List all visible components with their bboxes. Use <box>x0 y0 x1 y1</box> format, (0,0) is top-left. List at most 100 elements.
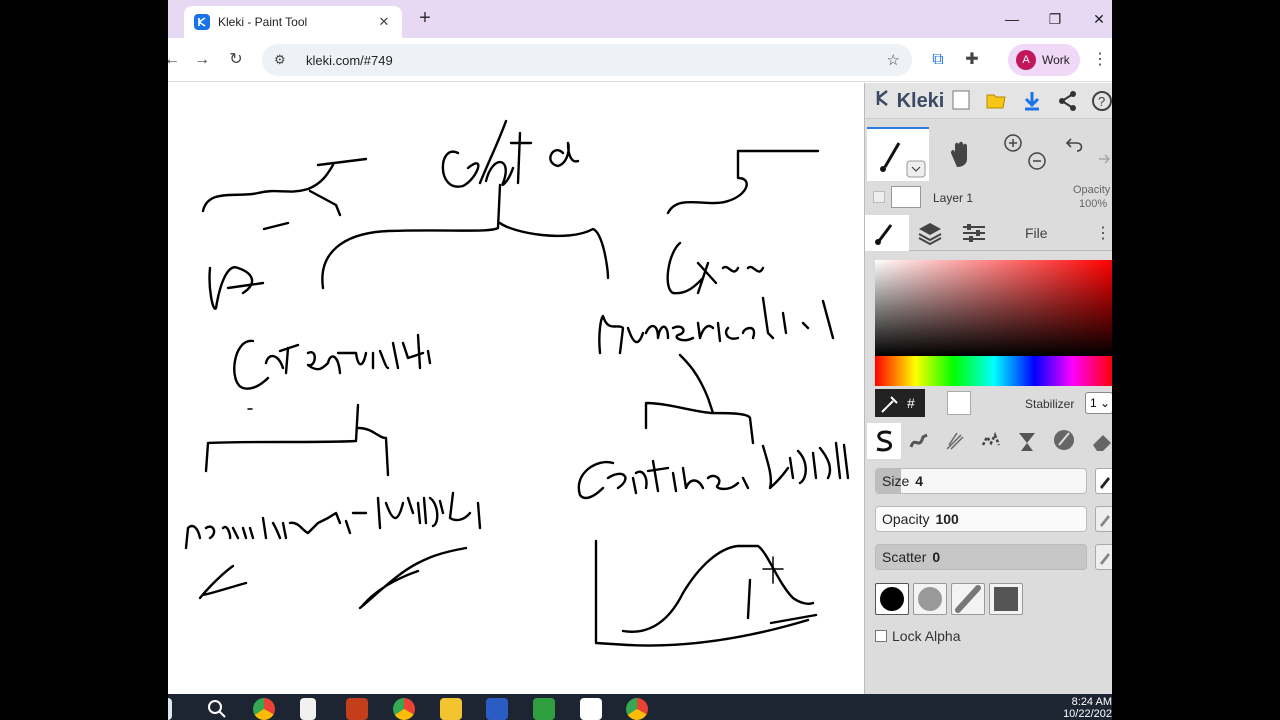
download-icon[interactable] <box>1021 90 1043 112</box>
drawing-canvas[interactable] <box>168 83 864 694</box>
lock-alpha-label: Lock Alpha <box>892 628 961 644</box>
chrome-taskbar-icon[interactable] <box>253 698 275 720</box>
layer-name: Layer 1 <box>933 191 974 205</box>
taskbar-clock[interactable]: 8:24 AM 10/22/202 <box>1063 696 1112 720</box>
avatar: A <box>1016 50 1036 70</box>
browser-menu-icon[interactable]: ⋮ <box>1090 50 1110 70</box>
hue-slider[interactable] <box>875 356 1112 386</box>
layer-row[interactable]: Layer 1 Opacity 100% <box>865 183 1112 213</box>
kleki-favicon-icon <box>194 14 210 30</box>
circle-soft-shape[interactable] <box>913 583 947 615</box>
opacity-label: Opacity <box>882 511 930 527</box>
help-icon[interactable]: ? <box>1091 90 1112 112</box>
layer-opacity-label: Opacity <box>1073 184 1111 196</box>
tab-layers[interactable] <box>917 221 943 250</box>
scatter-pen-pressure-icon[interactable] <box>1095 544 1112 570</box>
back-icon[interactable]: ← <box>168 50 182 70</box>
browser-tab-bar: Kleki - Paint Tool ✕ + — ❐ ✕ <box>168 0 1112 38</box>
kleki-sidebar: Kleki ? Layer 1 Opacity 100% File ⋮ # St… <box>864 83 1112 694</box>
opacity-value: 100 <box>935 511 959 527</box>
eraser-brush-icon[interactable] <box>1089 429 1112 458</box>
restore-window-icon[interactable]: ❐ <box>1040 8 1070 30</box>
bookmark-star-icon[interactable]: ☆ <box>887 51 900 69</box>
size-label: Size <box>882 473 910 489</box>
forward-icon[interactable]: → <box>192 50 212 70</box>
pen-brush-button[interactable] <box>867 423 901 459</box>
chrome-profile-taskbar-icon[interactable] <box>393 698 415 720</box>
redo-icon[interactable] <box>1091 151 1111 176</box>
tab-file[interactable]: File <box>1025 225 1048 241</box>
new-tab-button[interactable]: + <box>414 8 436 30</box>
layer-opacity-value: 100% <box>1079 198 1108 210</box>
lock-alpha-box[interactable] <box>875 630 887 642</box>
url-text: kleki.com/#749 <box>306 52 393 68</box>
camtasia-taskbar-icon[interactable] <box>533 698 555 720</box>
tool-row <box>865 127 1112 181</box>
brush-tool-button[interactable] <box>867 127 929 181</box>
powerpoint-taskbar-icon[interactable] <box>346 698 368 720</box>
file-taskbar-icon[interactable] <box>300 698 316 720</box>
eyedropper-button[interactable]: # <box>875 389 925 417</box>
zoom-in-icon[interactable] <box>1003 133 1023 158</box>
hex-input-icon[interactable]: # <box>907 395 915 411</box>
reload-icon[interactable]: ↻ <box>226 50 246 70</box>
file-explorer-taskbar-icon[interactable] <box>440 698 462 720</box>
size-pen-pressure-icon[interactable] <box>1095 468 1112 494</box>
layer-thumbnail <box>891 186 921 208</box>
hand-tool-icon[interactable] <box>945 139 975 174</box>
screen-record-icon[interactable]: ⧉ <box>928 50 948 70</box>
address-bar[interactable]: ⚙ kleki.com/#749 ☆ <box>262 44 912 76</box>
circle-hard-shape[interactable] <box>875 583 909 615</box>
stabilizer-value: 1 <box>1090 396 1097 410</box>
kleki-logo-text: Kleki <box>896 90 945 112</box>
more-menu-icon[interactable]: ⋮ <box>1095 223 1111 243</box>
stabilizer-select[interactable]: 1 ⌄ <box>1085 392 1112 414</box>
stabilizer-label: Stabilizer <box>1025 397 1075 411</box>
close-window-icon[interactable]: ✕ <box>1084 8 1112 30</box>
secondary-color-swatch[interactable] <box>947 391 971 415</box>
scatter-value: 0 <box>932 549 941 565</box>
profile-button[interactable]: A Work <box>1008 44 1080 76</box>
sketchy-brush-icon[interactable] <box>943 429 967 458</box>
opacity-pen-pressure-icon[interactable] <box>1095 506 1112 532</box>
chemy-brush-icon[interactable] <box>1015 429 1039 458</box>
extensions-icon[interactable]: ✚ <box>962 50 982 70</box>
tab-brush[interactable] <box>865 215 909 251</box>
close-tab-icon[interactable]: ✕ <box>376 14 392 30</box>
size-slider[interactable]: Size 4 <box>875 468 1087 494</box>
share-icon[interactable] <box>1057 90 1079 112</box>
scatter-label: Scatter <box>882 549 927 565</box>
pixel-brush-icon[interactable] <box>979 429 1003 458</box>
browser-tab[interactable]: Kleki - Paint Tool ✕ <box>184 6 402 38</box>
tab-title: Kleki - Paint Tool <box>218 15 308 29</box>
minimize-window-icon[interactable]: — <box>997 8 1027 30</box>
color-picker-sv[interactable] <box>875 260 1112 356</box>
screen: Kleki - Paint Tool ✕ + — ❐ ✕ ← → ↻ ⚙ kle… <box>168 0 1112 720</box>
tab-adjust[interactable] <box>961 223 987 248</box>
start-icon[interactable] <box>168 698 172 720</box>
camtasia-recorder-taskbar-icon[interactable] <box>580 698 602 720</box>
brush-shape-row <box>875 583 1112 619</box>
panel-tabs: File ⋮ <box>865 215 1112 251</box>
clock-date: 10/22/202 <box>1063 708 1112 720</box>
kleki-logo-icon <box>876 90 888 106</box>
square-shape[interactable] <box>989 583 1023 615</box>
size-value: 4 <box>915 473 924 489</box>
lock-alpha-checkbox[interactable]: Lock Alpha <box>875 628 961 644</box>
layer-visibility-checkbox[interactable] <box>873 191 885 203</box>
scatter-slider[interactable]: Scatter 0 <box>875 544 1087 570</box>
search-icon[interactable] <box>206 698 228 720</box>
site-info-icon[interactable]: ⚙ <box>274 52 292 68</box>
app-taskbar-icon[interactable] <box>486 698 508 720</box>
zoom-out-icon[interactable] <box>1027 151 1047 176</box>
chisel-shape[interactable] <box>951 583 985 615</box>
undo-icon[interactable] <box>1065 135 1085 160</box>
smudge-brush-icon[interactable] <box>1051 427 1077 458</box>
open-folder-icon[interactable] <box>985 90 1007 112</box>
windows-taskbar: 8:24 AM 10/22/202 <box>168 694 1112 720</box>
svg-text:?: ? <box>1098 94 1105 109</box>
opacity-slider[interactable]: Opacity 100 <box>875 506 1087 532</box>
new-image-icon[interactable] <box>951 90 973 112</box>
blend-brush-icon[interactable] <box>907 429 931 458</box>
chrome-active-taskbar-icon[interactable] <box>626 698 648 720</box>
